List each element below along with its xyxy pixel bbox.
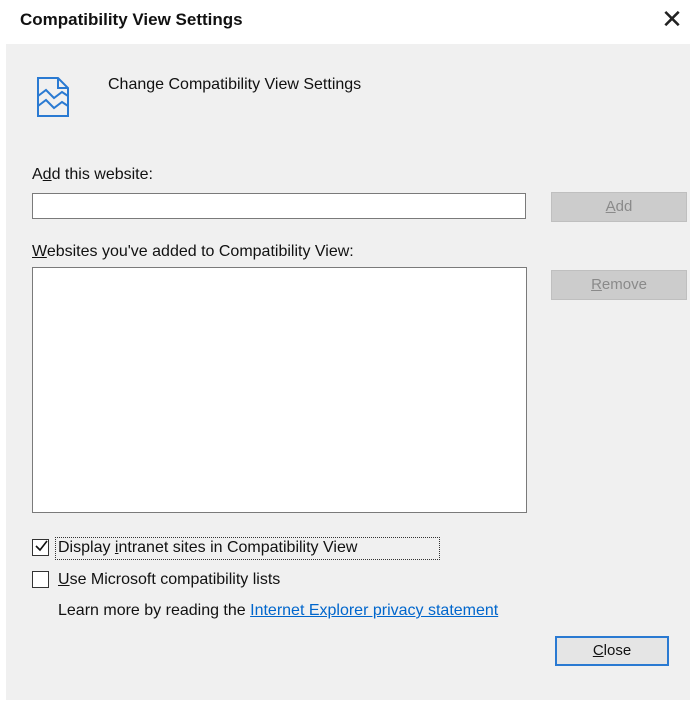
compatibility-page-icon: [37, 77, 69, 117]
microsoft-lists-checkbox[interactable]: [32, 571, 49, 588]
microsoft-lists-checkbox-label[interactable]: Use Microsoft compatibility lists: [58, 571, 280, 589]
intranet-checkbox[interactable]: [32, 539, 49, 556]
websites-listbox[interactable]: [32, 267, 527, 513]
add-website-input[interactable]: [32, 193, 526, 219]
title-bar: Compatibility View Settings ✕: [0, 0, 697, 44]
privacy-statement-link[interactable]: Internet Explorer privacy statement: [250, 602, 498, 619]
websites-list-label: Websites you've added to Compatibility V…: [32, 243, 354, 260]
learn-more-text: Learn more by reading the Internet Explo…: [58, 602, 499, 619]
remove-button[interactable]: Remove: [551, 270, 687, 300]
window-title: Compatibility View Settings: [20, 10, 243, 29]
add-website-label: Add this website:: [32, 166, 153, 183]
intranet-checkbox-label[interactable]: Display intranet sites in Compatibility …: [58, 539, 357, 557]
checkmark-icon: [35, 540, 48, 552]
add-button[interactable]: Add: [551, 192, 687, 222]
close-icon[interactable]: ✕: [657, 4, 687, 34]
close-button[interactable]: Close: [555, 636, 669, 666]
header-title: Change Compatibility View Settings: [108, 76, 362, 93]
